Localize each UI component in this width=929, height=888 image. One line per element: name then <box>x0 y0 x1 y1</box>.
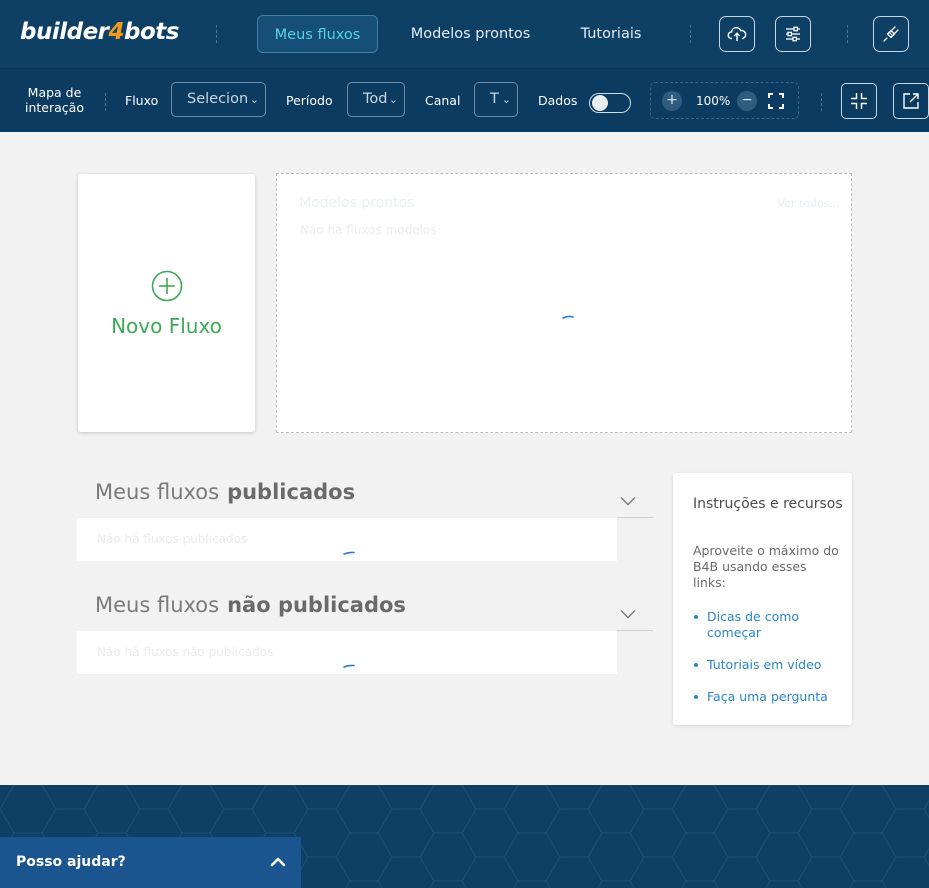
zoom-out-button[interactable]: − <box>737 91 757 111</box>
data-label: Dados <box>538 93 578 108</box>
period-select-value: Tod <box>363 91 388 107</box>
models-title: Modelos prontos <box>299 195 415 211</box>
logo-text-builder: builder <box>20 19 109 45</box>
chevron-down-icon: ⌄ <box>501 93 511 106</box>
published-title-prefix: Meus fluxos <box>95 480 220 504</box>
published-empty-text: Não há fluxos publicados <box>97 532 248 546</box>
loading-spinner-icon <box>562 315 574 319</box>
period-label: Período <box>286 93 333 108</box>
flow-select[interactable]: Selecion ⌄ <box>171 82 266 117</box>
new-flow-label: Novo Fluxo <box>111 314 222 338</box>
unpublished-title-bold: não publicados <box>227 593 406 617</box>
map-label: Mapa de interação <box>23 85 86 115</box>
published-section-title: Meus fluxos publicados <box>95 480 355 504</box>
tab-tutoriais[interactable]: Tutoriais <box>568 15 654 53</box>
logo-text-4: 4 <box>108 19 125 45</box>
collapse-button[interactable] <box>841 83 877 119</box>
zoom-in-button[interactable]: + <box>662 91 682 111</box>
add-circle-icon <box>151 270 183 302</box>
map-label-line1: Mapa de <box>27 85 82 100</box>
top-header: builder4bots Meus fluxos Modelos prontos… <box>0 0 929 68</box>
tab-meus-fluxos[interactable]: Meus fluxos <box>257 15 378 53</box>
flow-select-value: Selecion <box>187 91 249 107</box>
map-label-line2: interação <box>25 100 84 115</box>
interaction-toolbar: Mapa de interação Fluxo Selecion ⌄ Perío… <box>0 68 929 132</box>
header-divider <box>216 25 217 43</box>
sliders-icon <box>786 26 800 42</box>
unpublished-empty-text: Não há fluxos não publicados <box>97 645 274 659</box>
plug-icon <box>883 26 899 42</box>
chevron-down-icon: ⌄ <box>388 93 398 106</box>
logo-text-bots: bots <box>124 19 179 45</box>
flow-label: Fluxo <box>125 93 159 108</box>
help-chat-bar[interactable]: Posso ajudar? <box>0 837 301 888</box>
channel-label: Canal <box>425 93 461 108</box>
period-select[interactable]: Tod ⌄ <box>347 82 405 117</box>
zoom-level: 100% <box>696 94 731 108</box>
ready-models-panel: Modelos prontos Ver todos... Não há flux… <box>276 173 852 433</box>
toolbar-divider <box>821 93 822 111</box>
unpublished-flows-list: Não há fluxos não publicados <box>77 631 617 674</box>
channel-select[interactable]: T ⌄ <box>474 82 518 117</box>
resources-card: Instruções e recursos Aproveite o máximo… <box>673 473 852 725</box>
cloud-upload-icon <box>727 26 747 41</box>
loading-spinner-icon <box>343 551 355 555</box>
data-toggle[interactable] <box>589 93 631 113</box>
zoom-controls: + 100% − <box>650 82 799 119</box>
unpublished-title-prefix: Meus fluxos <box>95 593 220 617</box>
see-all-link[interactable]: Ver todos... <box>778 197 840 210</box>
tab-modelos-prontos[interactable]: Modelos prontos <box>400 15 541 53</box>
header-divider <box>690 25 691 43</box>
chevron-down-icon[interactable] <box>620 496 636 506</box>
section-divider <box>617 517 653 518</box>
link-ask-question[interactable]: Faça uma pergunta <box>693 689 843 705</box>
logo[interactable]: builder4bots <box>20 19 179 45</box>
published-title-bold: publicados <box>227 480 356 504</box>
collapse-icon <box>851 93 867 109</box>
published-flows-list: Não há fluxos publicados <box>77 518 617 561</box>
fit-screen-icon[interactable] <box>767 92 785 110</box>
toolbar-divider <box>105 93 106 111</box>
channel-select-value: T <box>490 91 499 107</box>
loading-spinner-icon <box>343 664 355 668</box>
chevron-down-icon[interactable] <box>620 609 636 619</box>
chevron-down-icon: ⌄ <box>249 93 259 106</box>
header-divider <box>847 25 848 43</box>
models-empty-text: Não há fluxos modelos <box>300 223 437 237</box>
resources-description: Aproveite o máximo do B4B usando esses l… <box>693 543 839 590</box>
open-external-button[interactable] <box>893 83 929 119</box>
new-flow-card[interactable]: Novo Fluxo <box>78 174 255 432</box>
link-video-tutorials[interactable]: Tutoriais em vídeo <box>693 657 843 673</box>
resources-links: Dicas de como começar Tutoriais em vídeo… <box>693 609 843 721</box>
settings-sliders-button[interactable] <box>775 16 811 52</box>
toggle-knob <box>592 95 608 111</box>
resources-title: Instruções e recursos <box>693 496 843 512</box>
section-divider <box>617 630 653 631</box>
external-link-icon <box>903 93 919 109</box>
link-getting-started[interactable]: Dicas de como começar <box>693 609 843 641</box>
help-label: Posso ajudar? <box>16 854 126 870</box>
cloud-upload-button[interactable] <box>719 16 755 52</box>
unpublished-section-title: Meus fluxos não publicados <box>95 593 406 617</box>
chevron-up-icon <box>270 857 286 867</box>
integrations-button[interactable] <box>873 16 909 52</box>
